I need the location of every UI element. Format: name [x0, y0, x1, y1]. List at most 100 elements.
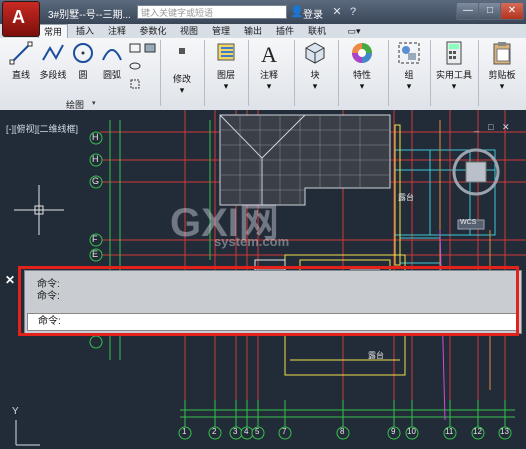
layers-icon [217, 43, 235, 61]
annotation-dropdown-icon: ▾ [266, 81, 272, 91]
hatch-icon [144, 43, 156, 53]
command-window[interactable]: ✕ 命令: 命令: 命令: [5, 270, 522, 334]
clipboard-label: 剪贴板 [488, 70, 516, 80]
ellipse-icon [129, 62, 141, 70]
layers-label: 图层 [216, 70, 235, 80]
circle-label: 圆 [78, 70, 88, 80]
utilities-dropdown-icon: ▾ [451, 81, 457, 91]
block-icon [305, 42, 325, 64]
search-input[interactable]: 键入关键字或短语 [137, 5, 287, 19]
tab-online[interactable]: 联机 [304, 24, 330, 38]
user-icon[interactable]: 👤 [290, 5, 304, 19]
command-prompt: 命令: [38, 316, 61, 327]
tab-home[interactable]: 常用 [38, 24, 68, 39]
axis-label-g: G [92, 176, 100, 186]
arc-tool[interactable]: 圆弧 [98, 40, 126, 81]
axis-label-3: 3 [233, 427, 238, 436]
group-tool[interactable]: 组 ▾ [394, 40, 424, 92]
utilities-label: 实用工具 [435, 70, 472, 80]
wcs-label[interactable]: WCS [460, 219, 476, 226]
line-tool[interactable]: 直线 [6, 40, 36, 81]
axis-label-h: H [92, 154, 99, 164]
viewport-close-button[interactable]: ✕ [502, 122, 514, 132]
region-tool[interactable] [128, 78, 142, 92]
ucs-y-label: Y [12, 406, 19, 417]
polyline-label: 多段线 [39, 70, 67, 80]
divider [338, 40, 339, 106]
exchange-icon[interactable]: ✕ [330, 5, 344, 19]
tab-manage[interactable]: 管理 [208, 24, 234, 38]
command-input[interactable]: 命令: [27, 313, 517, 331]
viewport-controls-label[interactable]: [-][俯视][二维线框] [6, 122, 78, 135]
tab-insert[interactable]: 插入 [72, 24, 98, 38]
close-button[interactable]: ✕ [500, 2, 524, 20]
tab-annotate[interactable]: 注释 [104, 24, 130, 38]
clipboard-icon [493, 42, 511, 65]
draw-panel-expand-icon[interactable]: ▾ [92, 99, 96, 107]
circle-tool[interactable]: 圆 [70, 40, 96, 81]
tab-view[interactable]: 视图 [176, 24, 202, 38]
axis-label-12: 12 [473, 427, 482, 436]
hatch-tool[interactable] [143, 42, 157, 56]
login-button[interactable]: 登录 [303, 6, 323, 21]
svg-text:A: A [261, 42, 277, 66]
arc-label: 圆弧 [102, 70, 121, 80]
room-label: 露台 [368, 351, 384, 360]
ellipse-tool[interactable] [128, 60, 142, 74]
viewport-maximize-button[interactable]: □ [488, 122, 500, 132]
rectangle-icon [129, 43, 141, 53]
tab-plugins[interactable]: 插件 [272, 24, 298, 38]
properties-label: 特性 [352, 70, 371, 80]
application-menu-button[interactable]: A [2, 1, 40, 37]
axis-label-1: 1 [182, 427, 187, 436]
axis-label-5: 5 [255, 427, 260, 436]
ribbon-tabs: 常用 插入 注释 参数化 视图 管理 输出 插件 联机 ▭▾ [0, 24, 526, 39]
polyline-tool[interactable]: 多段线 [36, 40, 70, 81]
tab-output[interactable]: 输出 [240, 24, 266, 38]
rectangle-tool[interactable] [128, 42, 142, 56]
divider [388, 40, 389, 106]
annotation-label: 注释 [259, 70, 278, 80]
arc-icon [102, 49, 122, 61]
block-tool[interactable]: 块 ▾ [300, 40, 330, 92]
watermark-domain: system.com [214, 234, 290, 249]
axis-label-10: 10 [407, 427, 416, 436]
block-dropdown-icon: ▾ [312, 81, 318, 91]
title-bar: 3#别墅--号--三期... 键入关键字或短语 👤 登录 ✕ ? — □ ✕ [0, 0, 526, 24]
modify-tool[interactable]: 修改 ▾ [166, 46, 198, 96]
axis-label-8: 8 [340, 427, 345, 436]
axis-label-2: 2 [212, 427, 217, 436]
annotation-tool[interactable]: A 注释 ▾ [254, 40, 284, 92]
line-label: 直线 [11, 70, 30, 80]
viewport-minimize-button[interactable]: _ [474, 122, 486, 132]
move-icon [179, 48, 185, 54]
room-label: 露台 [398, 193, 414, 202]
block-label: 块 [310, 70, 320, 80]
ribbon-options-icon[interactable]: ▭▾ [345, 24, 363, 38]
group-label: 组 [404, 70, 414, 80]
properties-dropdown-icon: ▾ [359, 81, 365, 91]
color-wheel-icon [352, 43, 372, 63]
ribbon-panel: 直线 多段线 圆 圆弧 绘图 ▾ 修改 ▾ 图层 ▾ A 注释 ▾ 块 ▾ 特性… [0, 38, 526, 111]
properties-tool[interactable]: 特性 ▾ [344, 40, 380, 92]
calculator-icon [446, 41, 462, 65]
group-dropdown-icon: ▾ [406, 81, 412, 91]
window-title: 3#别墅--号--三期... [48, 10, 131, 21]
clipboard-tool[interactable]: 剪贴板 ▾ [480, 40, 524, 92]
help-icon[interactable]: ? [346, 5, 360, 19]
circle-icon [73, 43, 93, 63]
command-close-icon[interactable]: ✕ [5, 273, 21, 287]
axis-label-e: E [92, 249, 99, 259]
divider [160, 40, 161, 106]
axis-label-7: 7 [282, 427, 287, 436]
axis-label-13: 13 [500, 427, 509, 436]
tab-parametric[interactable]: 参数化 [136, 24, 170, 38]
layers-dropdown-icon: ▾ [223, 81, 229, 91]
polyline-icon [42, 44, 64, 61]
layers-tool[interactable]: 图层 ▾ [208, 40, 244, 92]
utilities-tool[interactable]: 实用工具 ▾ [432, 40, 476, 92]
minimize-button[interactable]: — [456, 2, 480, 20]
maximize-button[interactable]: □ [478, 2, 502, 20]
modify-label: 修改 [172, 74, 191, 84]
divider [248, 40, 249, 106]
